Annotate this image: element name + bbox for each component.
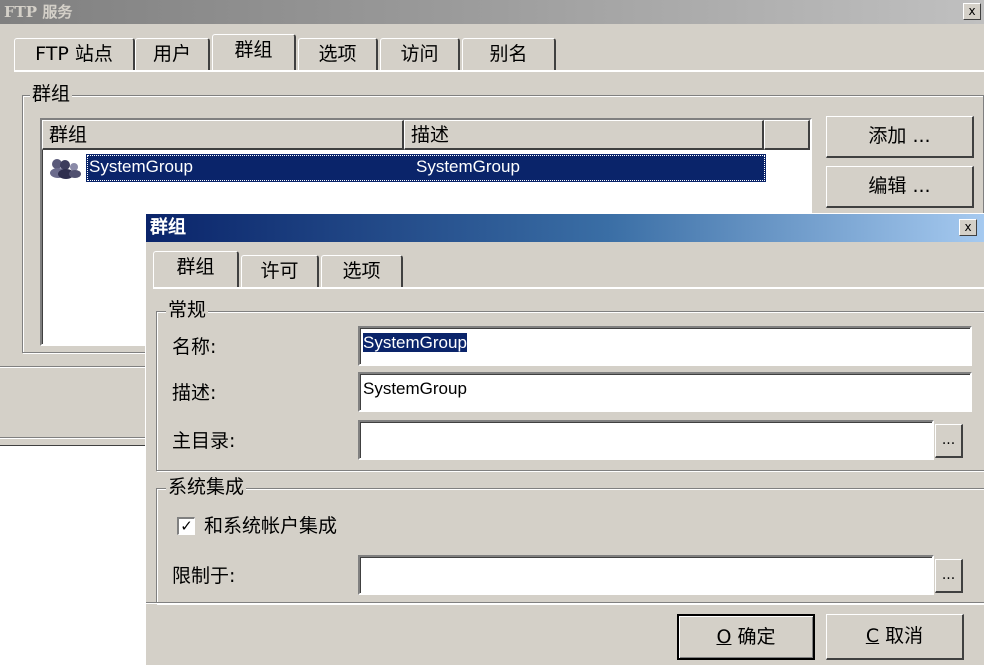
home-directory-label: 主目录: [172, 430, 236, 452]
home-directory-value [360, 427, 363, 446]
dialog-tab-group[interactable]: 群组 [153, 251, 239, 287]
row-group-name: SystemGroup [89, 157, 193, 176]
restrict-to-field[interactable] [358, 555, 934, 595]
outer-close-icon[interactable]: x [963, 3, 981, 20]
cancel-mnemonic: C [865, 625, 880, 647]
integration-legend: 系统集成 [166, 476, 247, 498]
description-field-value: SystemGroup [363, 379, 467, 398]
tab-access[interactable]: 访问 [380, 38, 460, 70]
name-field[interactable]: SystemGroup [358, 326, 972, 366]
dialog-bottom-separator [146, 602, 984, 604]
tab-options[interactable]: 选项 [298, 38, 378, 70]
home-directory-browse-button[interactable]: ... [935, 424, 963, 458]
cancel-button[interactable]: C 取消 [826, 614, 964, 660]
groups-legend: 群组 [30, 83, 73, 105]
outer-title-bar[interactable]: FTP 服务 x [0, 0, 984, 24]
dialog-close-icon[interactable]: x [959, 219, 977, 236]
description-label: 描述: [172, 382, 217, 404]
dialog-tab-baseline [153, 287, 984, 289]
name-label: 名称: [172, 336, 217, 358]
group-properties-dialog: 群组 x 群组 许可 选项 常规 名称: SystemGroup 描述: Sys… [145, 213, 984, 665]
dialog-tab-permissions[interactable]: 许可 [241, 255, 319, 287]
outer-window-title: FTP 服务 [4, 3, 73, 21]
selected-row-highlight: SystemGroup SystemGroup [86, 154, 766, 182]
column-header-group[interactable]: 群组 [42, 120, 404, 150]
tab-users[interactable]: 用户 [135, 38, 210, 70]
ok-button[interactable]: O 确定 [677, 614, 815, 660]
row-group-description: SystemGroup [416, 157, 520, 176]
outer-frame-line-bottom [0, 445, 145, 446]
edit-button[interactable]: 编辑 ... [826, 166, 974, 208]
dialog-title: 群组 [150, 217, 186, 238]
tab-alias[interactable]: 别名 [462, 38, 556, 70]
general-legend: 常规 [166, 299, 209, 321]
add-button[interactable]: 添加 ... [826, 116, 974, 158]
name-field-value: SystemGroup [363, 333, 467, 352]
restrict-to-value [360, 562, 363, 581]
home-directory-field[interactable] [358, 420, 934, 460]
restrict-to-label: 限制于: [172, 565, 236, 587]
ok-mnemonic: O [716, 626, 732, 648]
outer-frame-line [0, 437, 145, 439]
restrict-to-browse-button[interactable]: ... [935, 559, 963, 593]
description-field[interactable]: SystemGroup [358, 372, 972, 412]
column-header-description[interactable]: 描述 [404, 120, 764, 150]
tab-ftp-site[interactable]: FTP 站点 [14, 38, 135, 70]
ok-label: 确定 [737, 626, 776, 648]
cancel-label: 取消 [885, 625, 924, 647]
dialog-title-bar[interactable]: 群组 x [146, 214, 984, 242]
group-icon [46, 155, 86, 179]
table-row[interactable]: SystemGroup SystemGroup [46, 153, 766, 182]
integrate-checkbox[interactable]: ✓ [177, 517, 195, 535]
tab-groups[interactable]: 群组 [212, 34, 296, 70]
integrate-checkbox-label[interactable]: 和系统帐户集成 [204, 513, 337, 539]
tab-baseline [14, 70, 984, 72]
dialog-tab-options[interactable]: 选项 [321, 255, 403, 287]
column-header-filler [764, 120, 810, 150]
